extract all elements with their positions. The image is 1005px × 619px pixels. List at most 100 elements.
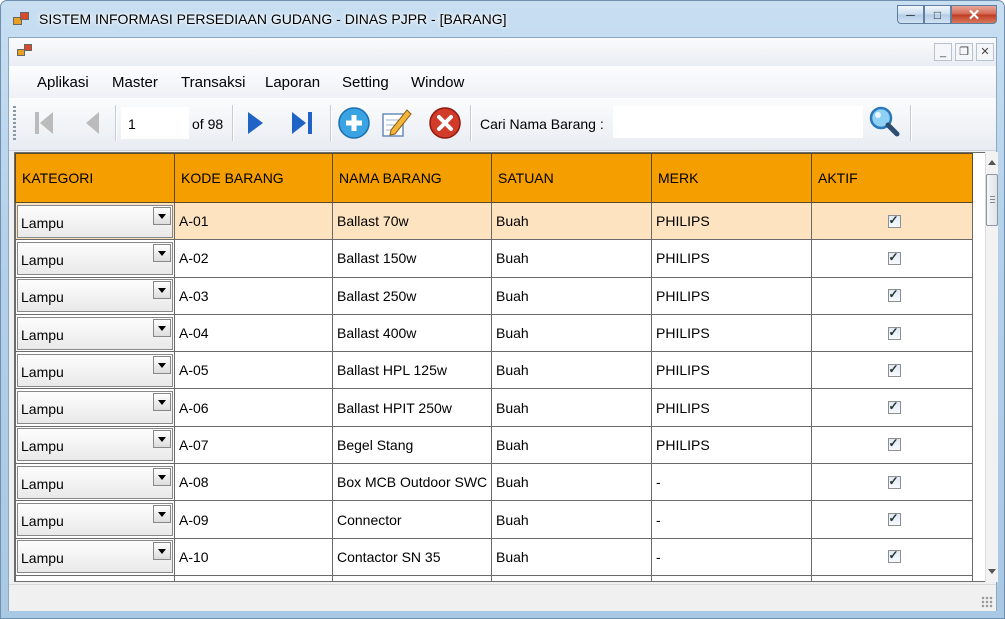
kode-barang-cell[interactable]: A-05 xyxy=(174,351,333,390)
table-row[interactable]: Lampu A-08 Box MCB Outdoor SWC Buah - xyxy=(15,463,973,502)
satuan-cell[interactable]: Buah xyxy=(491,537,652,576)
dropdown-arrow-icon[interactable] xyxy=(153,467,171,486)
table-row[interactable]: Lampu A-03 Ballast 250w Buah PHILIPS xyxy=(15,276,973,315)
kategori-cell[interactable]: Lampu xyxy=(15,500,175,539)
menu-transaksi[interactable]: Transaksi xyxy=(181,74,245,91)
menu-aplikasi[interactable]: Aplikasi xyxy=(37,74,89,91)
dropdown-arrow-icon[interactable] xyxy=(153,243,171,262)
aktif-checkbox[interactable] xyxy=(887,511,901,527)
dropdown-arrow-icon[interactable] xyxy=(153,281,171,300)
dropdown-arrow-icon[interactable] xyxy=(153,430,171,449)
column-header-aktif[interactable]: AKTIF xyxy=(811,153,973,203)
column-header-satuan[interactable]: SATUAN xyxy=(491,153,652,203)
satuan-cell[interactable]: Buah xyxy=(491,239,652,278)
aktif-cell[interactable] xyxy=(811,239,973,278)
aktif-checkbox[interactable] xyxy=(887,548,901,564)
kode-barang-cell[interactable]: A-06 xyxy=(174,388,333,427)
kode-barang-cell[interactable]: A-01 xyxy=(174,201,333,241)
mdi-minimize-button[interactable]: _ xyxy=(934,43,952,61)
search-input[interactable] xyxy=(613,106,863,138)
add-icon[interactable] xyxy=(337,106,371,140)
nama-barang-cell[interactable]: Contactor SN 35 xyxy=(332,537,492,576)
menu-window[interactable]: Window xyxy=(411,74,464,91)
satuan-cell[interactable]: Buah xyxy=(491,201,652,241)
aktif-cell[interactable] xyxy=(811,276,973,315)
close-button[interactable]: ✕ xyxy=(951,5,997,24)
table-row[interactable]: Lampu A-07 Begel Stang Buah PHILIPS xyxy=(15,425,973,465)
kategori-combobox[interactable]: Lampu xyxy=(17,353,173,387)
aktif-cell[interactable] xyxy=(811,537,973,576)
kategori-combobox[interactable]: Lampu xyxy=(17,241,173,275)
table-row[interactable]: Lampu A-10 Contactor SN 35 Buah - xyxy=(15,537,973,576)
nama-barang-cell[interactable]: Ballast 400w xyxy=(332,313,492,353)
aktif-checkbox[interactable] xyxy=(887,399,901,415)
aktif-checkbox[interactable] xyxy=(887,250,901,265)
merk-cell[interactable]: PHILIPS xyxy=(651,239,812,278)
column-header-nama-barang[interactable]: NAMA BARANG xyxy=(332,153,492,203)
nama-barang-cell[interactable]: Ballast HPL 125w xyxy=(332,351,492,390)
kode-barang-cell[interactable]: A-04 xyxy=(174,313,333,353)
mdi-close-button[interactable]: ✕ xyxy=(976,43,994,61)
column-header-merk[interactable]: MERK xyxy=(651,153,812,203)
table-row[interactable]: Lampu A-04 Ballast 400w Buah PHILIPS xyxy=(15,313,973,353)
kategori-cell[interactable]: Lampu xyxy=(15,201,175,241)
aktif-checkbox[interactable] xyxy=(887,362,901,377)
size-grip-icon[interactable] xyxy=(981,596,993,608)
merk-cell[interactable]: - xyxy=(651,463,812,502)
position-input[interactable]: 1 xyxy=(121,107,189,139)
dropdown-arrow-icon[interactable] xyxy=(153,542,171,561)
vertical-scrollbar[interactable] xyxy=(985,152,998,582)
kategori-cell[interactable]: Lampu xyxy=(15,537,175,576)
menu-setting[interactable]: Setting xyxy=(342,74,389,91)
aktif-cell[interactable] xyxy=(811,463,973,502)
aktif-cell[interactable] xyxy=(811,388,973,427)
dropdown-arrow-icon[interactable] xyxy=(153,206,171,225)
merk-cell[interactable]: PHILIPS xyxy=(651,388,812,427)
aktif-cell[interactable] xyxy=(811,313,973,353)
kode-barang-cell[interactable]: A-02 xyxy=(174,239,333,278)
aktif-cell[interactable] xyxy=(811,201,973,241)
kode-barang-cell[interactable]: A-03 xyxy=(174,276,333,315)
move-first-icon[interactable] xyxy=(27,106,61,140)
delete-icon[interactable] xyxy=(428,106,462,140)
table-row[interactable]: Lampu A-02 Ballast 150w Buah PHILIPS xyxy=(15,239,973,278)
table-row[interactable]: Lampu A-05 Ballast HPL 125w Buah PHILIPS xyxy=(15,351,973,390)
kode-barang-cell[interactable]: A-10 xyxy=(174,537,333,576)
nama-barang-cell[interactable]: Ballast HPIT 250w xyxy=(332,388,492,427)
table-row[interactable]: Lampu A-06 Ballast HPIT 250w Buah PHILIPS xyxy=(15,388,973,427)
aktif-checkbox[interactable] xyxy=(887,436,901,452)
mdi-restore-button[interactable]: ❐ xyxy=(955,43,973,61)
kategori-combobox[interactable]: Lampu xyxy=(17,279,173,313)
kategori-cell[interactable]: Lampu xyxy=(15,463,175,502)
satuan-cell[interactable]: Buah xyxy=(491,463,652,502)
kategori-combobox[interactable]: Lampu xyxy=(17,316,173,350)
table-row[interactable]: Lampu A-01 Ballast 70w Buah PHILIPS xyxy=(15,201,973,241)
dropdown-arrow-icon[interactable] xyxy=(153,355,171,374)
dropdown-arrow-icon[interactable] xyxy=(153,318,171,337)
kategori-combobox[interactable]: Lampu xyxy=(17,465,173,499)
kode-barang-cell[interactable]: A-07 xyxy=(174,425,333,465)
aktif-checkbox[interactable] xyxy=(887,474,901,489)
merk-cell[interactable]: - xyxy=(651,500,812,539)
satuan-cell[interactable]: Buah xyxy=(491,500,652,539)
nama-barang-cell[interactable]: Ballast 250w xyxy=(332,276,492,315)
nama-barang-cell[interactable]: Connector xyxy=(332,500,492,539)
toolbar-grip[interactable] xyxy=(13,106,16,140)
kategori-cell[interactable]: Lampu xyxy=(15,313,175,353)
satuan-cell[interactable]: Buah xyxy=(491,425,652,465)
edit-icon[interactable] xyxy=(379,106,413,140)
kode-barang-cell[interactable]: A-09 xyxy=(174,500,333,539)
kategori-cell[interactable]: Lampu xyxy=(15,239,175,278)
scroll-thumb[interactable] xyxy=(986,174,998,226)
merk-cell[interactable]: PHILIPS xyxy=(651,201,812,241)
kategori-combobox[interactable]: Lampu xyxy=(17,503,173,537)
merk-cell[interactable]: PHILIPS xyxy=(651,313,812,353)
kategori-combobox[interactable]: Lampu xyxy=(17,391,173,425)
kode-barang-cell[interactable]: A-08 xyxy=(174,463,333,502)
satuan-cell[interactable]: Buah xyxy=(491,351,652,390)
kategori-cell[interactable]: Lampu xyxy=(15,276,175,315)
kategori-cell[interactable]: Lampu xyxy=(15,425,175,465)
aktif-checkbox[interactable] xyxy=(887,325,901,340)
kategori-combobox[interactable]: Lampu xyxy=(17,540,173,574)
dropdown-arrow-icon[interactable] xyxy=(153,393,171,412)
